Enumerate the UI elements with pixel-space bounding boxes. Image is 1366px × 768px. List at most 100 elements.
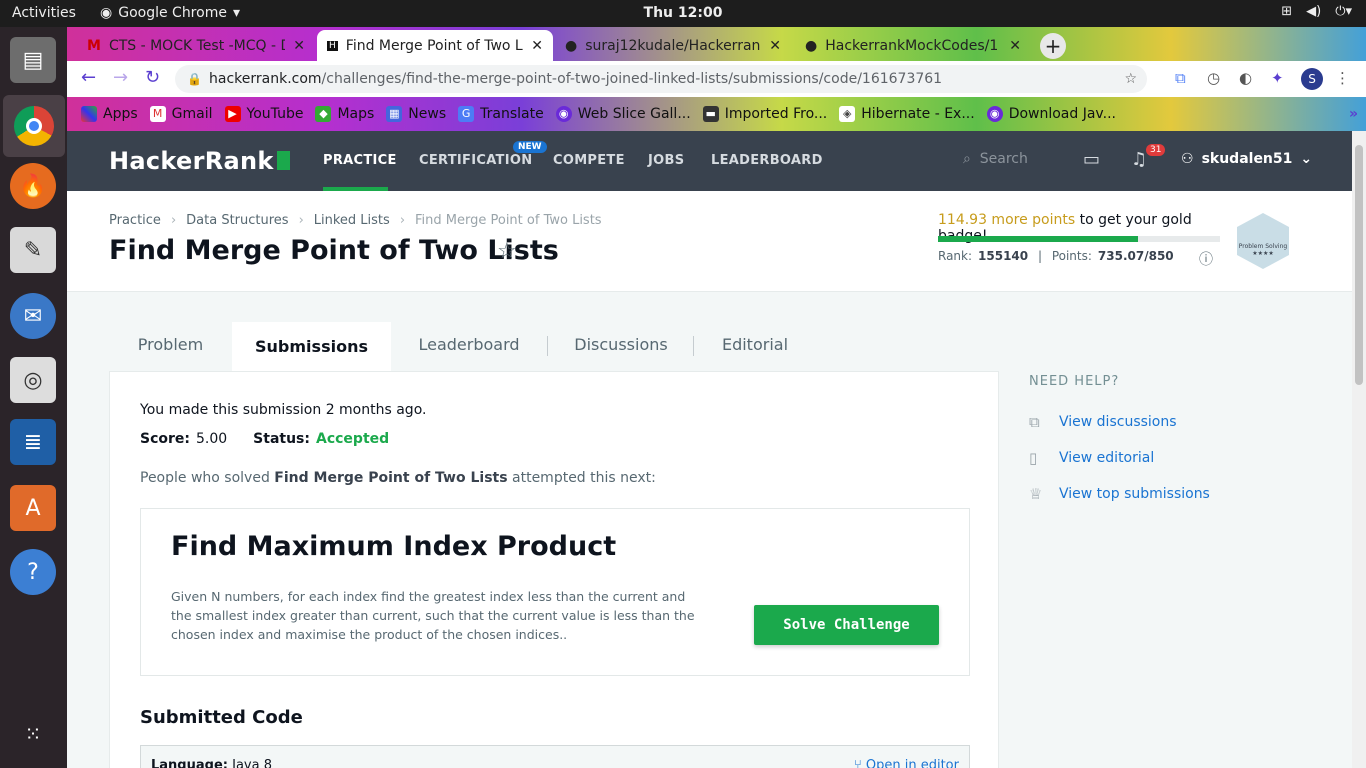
page-scrollbar[interactable] bbox=[1352, 131, 1366, 768]
nav-practice[interactable]: PRACTICE bbox=[323, 153, 397, 168]
notification-count: 31 bbox=[1146, 144, 1166, 156]
chrome-dock-icon[interactable] bbox=[3, 95, 65, 157]
close-icon[interactable]: ✕ bbox=[769, 38, 781, 54]
bookmark-hibernate[interactable]: ◈ Hibernate - Ex... bbox=[839, 106, 975, 122]
bookmark-maps[interactable]: ◆ Maps bbox=[315, 106, 374, 122]
bookmark-imported[interactable]: ▬ Imported Fro... bbox=[702, 106, 827, 122]
bookmark-translate[interactable]: G Translate bbox=[458, 106, 544, 122]
new-tab-button[interactable]: + bbox=[1040, 33, 1066, 59]
need-help-heading: NEED HELP? bbox=[1029, 374, 1120, 389]
nav-leaderboard[interactable]: LEADERBOARD bbox=[711, 153, 823, 168]
text-editor-icon[interactable]: ✎ bbox=[10, 227, 56, 273]
forward-icon[interactable]: → bbox=[113, 67, 128, 88]
tab-discussions[interactable]: Discussions bbox=[559, 322, 683, 372]
user-icon: ⚇ bbox=[1181, 151, 1194, 167]
folder-icon: ▬ bbox=[702, 106, 719, 122]
reload-icon[interactable]: ↻ bbox=[145, 67, 160, 88]
rhythmbox-icon[interactable]: ◎ bbox=[10, 357, 56, 403]
download-icon: ◉ bbox=[986, 106, 1003, 122]
nav-compete[interactable]: COMPETE bbox=[553, 153, 625, 168]
system-tray[interactable]: ⊞ ◀) ⏻▾ bbox=[1281, 4, 1352, 19]
tab-github-2[interactable]: ● HackerrankMockCodes/1 ✕ bbox=[795, 30, 1031, 61]
tab-title: HackerrankMockCodes/1 bbox=[825, 37, 999, 54]
view-discussions-link[interactable]: ⧉ View discussions bbox=[1029, 413, 1177, 431]
clock[interactable]: Thu 12:00 bbox=[644, 5, 723, 21]
tab-submissions[interactable]: Submissions bbox=[232, 322, 391, 372]
web-slice-icon: ◉ bbox=[555, 106, 572, 122]
bookmark-web-slice[interactable]: ◉ Web Slice Gall... bbox=[555, 106, 691, 122]
files-icon[interactable]: ▤ bbox=[10, 37, 56, 83]
tab-leaderboard[interactable]: Leaderboard bbox=[409, 322, 529, 372]
more-bookmarks-icon[interactable]: » bbox=[1349, 106, 1358, 122]
back-icon[interactable]: ← bbox=[81, 67, 96, 88]
search-box[interactable]: ⌕ Search bbox=[963, 151, 1028, 167]
bookmark-news[interactable]: ▦ News bbox=[386, 106, 446, 122]
bookmark-gmail[interactable]: M Gmail bbox=[149, 106, 213, 122]
tab-problem[interactable]: Problem bbox=[109, 322, 232, 372]
tab-editorial[interactable]: Editorial bbox=[707, 322, 803, 372]
bookmark-apps[interactable]: Apps bbox=[81, 106, 138, 122]
ext-circle-icon[interactable]: ◐ bbox=[1239, 69, 1252, 87]
breadcrumb-linked-lists[interactable]: Linked Lists bbox=[314, 213, 390, 228]
tab-github-1[interactable]: ● suraj12kudale/Hackerran ✕ bbox=[555, 30, 791, 61]
tab-title: Find Merge Point of Two L bbox=[345, 37, 523, 54]
thunderbird-icon[interactable]: ✉ bbox=[10, 293, 56, 339]
view-editorial-link[interactable]: ▯ View editorial bbox=[1029, 449, 1154, 467]
points-label: Points: bbox=[1051, 249, 1092, 263]
translate-ext-icon[interactable]: ⧉ bbox=[1175, 69, 1186, 87]
nav-jobs[interactable]: JOBS bbox=[648, 153, 684, 168]
omnibox[interactable]: 🔒 hackerrank.com/challenges/find-the-merg… bbox=[175, 65, 1147, 93]
info-icon[interactable]: ⓘ bbox=[1199, 249, 1213, 269]
lock-icon: 🔒 bbox=[187, 72, 202, 86]
next-challenge-title[interactable]: Find Maximum Index Product bbox=[171, 531, 616, 562]
fork-icon: ⑂ bbox=[853, 758, 862, 768]
view-top-submissions-link[interactable]: ♕ View top submissions bbox=[1029, 485, 1210, 503]
tab-cts-mock[interactable]: M CTS - MOCK Test -MCQ - D ✕ bbox=[77, 30, 315, 61]
notifications-bell-icon[interactable]: ♫ bbox=[1131, 149, 1147, 170]
extensions-puzzle-icon[interactable]: ✦ bbox=[1271, 69, 1284, 87]
close-icon[interactable]: ✕ bbox=[293, 38, 305, 54]
bookmark-star-icon[interactable]: ☆ bbox=[1124, 65, 1137, 93]
app-menu[interactable]: ◉ Google Chrome ▾ bbox=[100, 5, 240, 21]
software-icon[interactable]: A bbox=[10, 485, 56, 531]
bookmark-star-icon[interactable]: ☆ bbox=[497, 239, 517, 264]
firefox-icon[interactable]: 🔥 bbox=[10, 163, 56, 209]
close-icon[interactable]: ✕ bbox=[1009, 38, 1021, 54]
tab-find-merge[interactable]: H Find Merge Point of Two L ✕ bbox=[317, 30, 553, 61]
app-name: Google Chrome bbox=[118, 5, 227, 21]
user-menu[interactable]: ⚇ skudalen51 ⌄ bbox=[1181, 151, 1312, 167]
score-label: Score: bbox=[140, 431, 190, 447]
messages-icon[interactable]: ▭ bbox=[1083, 149, 1100, 170]
breadcrumb-practice[interactable]: Practice bbox=[109, 213, 161, 228]
speed-ext-icon[interactable]: ◷ bbox=[1207, 69, 1220, 87]
profile-avatar[interactable]: S bbox=[1301, 68, 1323, 90]
translate-icon: G bbox=[458, 106, 475, 122]
close-icon[interactable]: ✕ bbox=[531, 38, 543, 54]
divider: | bbox=[1034, 249, 1046, 263]
search-placeholder: Search bbox=[979, 151, 1028, 167]
badge-name: Problem Solving bbox=[1238, 243, 1288, 250]
show-apps-icon[interactable]: ⁙ bbox=[10, 711, 56, 757]
menu-kebab-icon[interactable]: ⋮ bbox=[1335, 69, 1350, 87]
bookmark-label: News bbox=[408, 106, 447, 122]
activities-button[interactable]: Activities bbox=[12, 5, 76, 21]
bookmark-youtube[interactable]: ▶ YouTube bbox=[224, 106, 303, 122]
people-challenge: Find Merge Point of Two Lists bbox=[274, 470, 508, 486]
breadcrumb-data-structures[interactable]: Data Structures bbox=[186, 213, 288, 228]
scrollbar-thumb[interactable] bbox=[1355, 145, 1363, 385]
hackerrank-logo[interactable]: HackerRank bbox=[109, 147, 290, 175]
language-label: Language: bbox=[151, 758, 228, 768]
volume-icon: ◀) bbox=[1306, 4, 1322, 19]
github-icon: ● bbox=[565, 37, 578, 54]
solve-challenge-button[interactable]: Solve Challenge bbox=[754, 605, 939, 645]
writer-icon[interactable]: ≣ bbox=[10, 419, 56, 465]
people-solved-text: People who solved Find Merge Point of Tw… bbox=[140, 470, 656, 486]
help-icon[interactable]: ? bbox=[10, 549, 56, 595]
rank-label: Rank: bbox=[938, 249, 973, 263]
tab-divider bbox=[693, 336, 694, 356]
open-in-editor-link[interactable]: ⑂ Open in editor bbox=[854, 758, 959, 768]
chrome-icon: ◉ bbox=[100, 5, 113, 21]
nav-certification[interactable]: CERTIFICATION bbox=[419, 153, 532, 168]
status-label: Status: bbox=[253, 431, 310, 447]
bookmark-download-java[interactable]: ◉ Download Jav... bbox=[986, 106, 1116, 122]
